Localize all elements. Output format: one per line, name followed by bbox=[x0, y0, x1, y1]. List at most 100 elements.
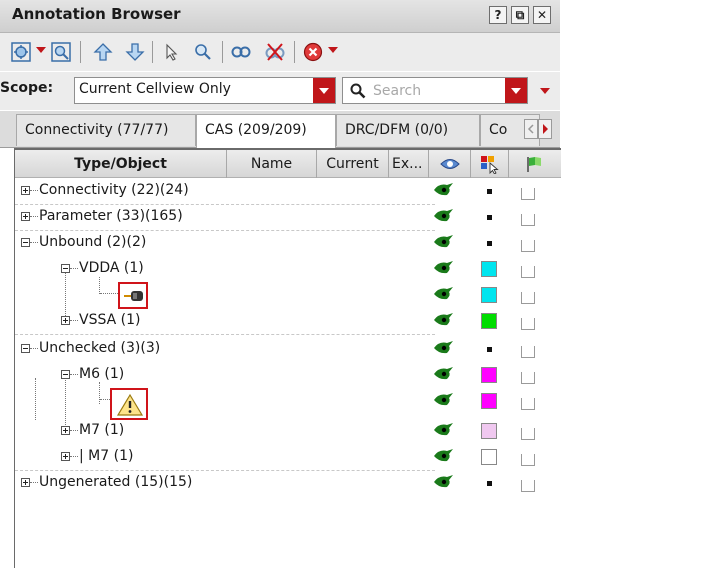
eye-visible-icon[interactable] bbox=[433, 182, 455, 198]
tree-row-m6[interactable]: M6 (1) bbox=[15, 362, 561, 388]
column-flag[interactable] bbox=[509, 150, 561, 178]
column-name[interactable]: Name bbox=[227, 150, 317, 178]
eye-visible-icon[interactable] bbox=[433, 234, 455, 250]
tree-row-parameter[interactable]: Parameter (33)(165) bbox=[15, 204, 561, 231]
panel-menu-dropdown[interactable] bbox=[540, 88, 550, 94]
flag-checkbox[interactable] bbox=[521, 266, 535, 278]
highlight-color-swatch[interactable] bbox=[481, 393, 497, 409]
stop-icon[interactable] bbox=[302, 41, 324, 63]
zoom-fit-dropdown[interactable] bbox=[36, 47, 46, 53]
color-select-icon bbox=[480, 156, 499, 175]
column-visibility[interactable] bbox=[429, 150, 471, 178]
row-label: Unbound (2)(2) bbox=[39, 234, 147, 250]
highlight-color-swatch[interactable] bbox=[481, 287, 497, 303]
highlight-color-swatch[interactable] bbox=[481, 313, 497, 329]
expand-toggle[interactable] bbox=[21, 212, 30, 221]
flag-checkbox[interactable] bbox=[521, 480, 535, 492]
tree-guide bbox=[70, 374, 78, 375]
flag-checkbox[interactable] bbox=[521, 240, 535, 252]
search-dropdown-button[interactable] bbox=[505, 78, 527, 103]
eye-visible-icon[interactable] bbox=[433, 208, 455, 224]
tree-guide bbox=[30, 242, 38, 243]
tab-scroll-left-button[interactable] bbox=[524, 119, 538, 139]
flag-checkbox[interactable] bbox=[521, 398, 535, 410]
pointer-icon[interactable] bbox=[160, 41, 182, 63]
link-icon[interactable] bbox=[230, 41, 252, 63]
flag-checkbox[interactable] bbox=[521, 372, 535, 384]
tab-connectivity[interactable]: Connectivity (77/77) bbox=[16, 114, 196, 146]
highlight-color-swatch[interactable] bbox=[481, 423, 497, 439]
flag-checkbox[interactable] bbox=[521, 454, 535, 466]
flag-checkbox[interactable] bbox=[521, 292, 535, 304]
highlight-color-swatch[interactable] bbox=[481, 449, 497, 465]
tree-row-m7[interactable]: M7 (1) bbox=[15, 418, 561, 444]
flag-checkbox[interactable] bbox=[521, 188, 535, 200]
expand-toggle[interactable] bbox=[21, 478, 30, 487]
toolbar-separator bbox=[294, 41, 295, 63]
expand-toggle[interactable] bbox=[61, 316, 70, 325]
probe-icon bbox=[124, 291, 143, 301]
highlight-marker[interactable] bbox=[487, 481, 492, 486]
flag-checkbox[interactable] bbox=[521, 428, 535, 440]
stop-dropdown[interactable] bbox=[328, 47, 338, 53]
help-button[interactable]: ? bbox=[489, 6, 507, 24]
highlight-marker[interactable] bbox=[487, 189, 492, 194]
column-type-object[interactable]: Type/Object bbox=[15, 150, 227, 178]
eye-visible-icon[interactable] bbox=[433, 448, 455, 464]
highlight-marker[interactable] bbox=[487, 241, 492, 246]
flag-checkbox[interactable] bbox=[521, 346, 535, 358]
collapse-toggle[interactable] bbox=[21, 238, 30, 247]
column-current[interactable]: Current bbox=[317, 150, 389, 178]
eye-visible-icon[interactable] bbox=[433, 286, 455, 302]
tab-cas[interactable]: CAS (209/209) bbox=[196, 114, 336, 148]
row-label: M7 (1) bbox=[79, 422, 125, 438]
tree-row-connectivity[interactable]: Connectivity (22)(24) bbox=[15, 178, 561, 205]
annotation-tree: Type/Object Name Current Ex... Connectiv… bbox=[14, 148, 561, 568]
search-input[interactable] bbox=[371, 80, 505, 102]
tree-row-m6-object[interactable] bbox=[15, 388, 561, 420]
tree-row-unbound[interactable]: Unbound (2)(2) bbox=[15, 230, 561, 256]
eye-visible-icon[interactable] bbox=[433, 366, 455, 382]
tab-scroll-right-button[interactable] bbox=[538, 119, 552, 139]
tree-row-vdda-object[interactable] bbox=[15, 282, 561, 309]
float-button[interactable]: ⧉ bbox=[511, 6, 529, 24]
tree-row-vssa[interactable]: VSSA (1) bbox=[15, 308, 561, 335]
zoom-select-icon[interactable] bbox=[50, 41, 72, 63]
collapse-toggle[interactable] bbox=[61, 370, 70, 379]
arrow-down-icon[interactable] bbox=[124, 41, 146, 63]
collapse-toggle[interactable] bbox=[21, 344, 30, 353]
highlight-marker[interactable] bbox=[487, 347, 492, 352]
highlight-color-swatch[interactable] bbox=[481, 367, 497, 383]
tree-guide bbox=[70, 456, 78, 457]
zoom-fit-icon[interactable] bbox=[10, 41, 32, 63]
column-extra[interactable]: Ex... bbox=[389, 150, 429, 178]
flag-checkbox[interactable] bbox=[521, 318, 535, 330]
tree-row-m7-alt[interactable]: | M7 (1) bbox=[15, 444, 561, 471]
tree-guide bbox=[30, 482, 38, 483]
tree-row-vdda[interactable]: VDDA (1) bbox=[15, 256, 561, 282]
tab-drc-dfm[interactable]: DRC/DFM (0/0) bbox=[336, 114, 480, 146]
eye-visible-icon[interactable] bbox=[433, 422, 455, 438]
expand-toggle[interactable] bbox=[61, 452, 70, 461]
magnifier-icon[interactable] bbox=[192, 41, 214, 63]
unlink-icon[interactable] bbox=[264, 41, 286, 63]
column-highlight[interactable] bbox=[471, 150, 509, 178]
highlight-color-swatch[interactable] bbox=[481, 261, 497, 277]
highlight-marker[interactable] bbox=[487, 215, 492, 220]
scope-select[interactable]: Current Cellview Only bbox=[74, 77, 336, 104]
eye-visible-icon[interactable] bbox=[433, 392, 455, 408]
expand-toggle[interactable] bbox=[61, 426, 70, 435]
scope-dropdown-button[interactable] bbox=[313, 78, 335, 103]
eye-visible-icon[interactable] bbox=[433, 260, 455, 276]
tree-row-unchecked[interactable]: Unchecked (3)(3) bbox=[15, 336, 561, 362]
flag-checkbox[interactable] bbox=[521, 214, 535, 226]
eye-visible-icon[interactable] bbox=[433, 474, 455, 490]
close-button[interactable]: ✕ bbox=[533, 6, 551, 24]
eye-visible-icon[interactable] bbox=[433, 340, 455, 356]
expand-toggle[interactable] bbox=[21, 186, 30, 195]
eye-visible-icon[interactable] bbox=[433, 312, 455, 328]
collapse-toggle[interactable] bbox=[61, 264, 70, 273]
tree-row-ungenerated[interactable]: Ungenerated (15)(15) bbox=[15, 470, 561, 496]
search-icon bbox=[350, 83, 366, 99]
arrow-up-icon[interactable] bbox=[92, 41, 114, 63]
